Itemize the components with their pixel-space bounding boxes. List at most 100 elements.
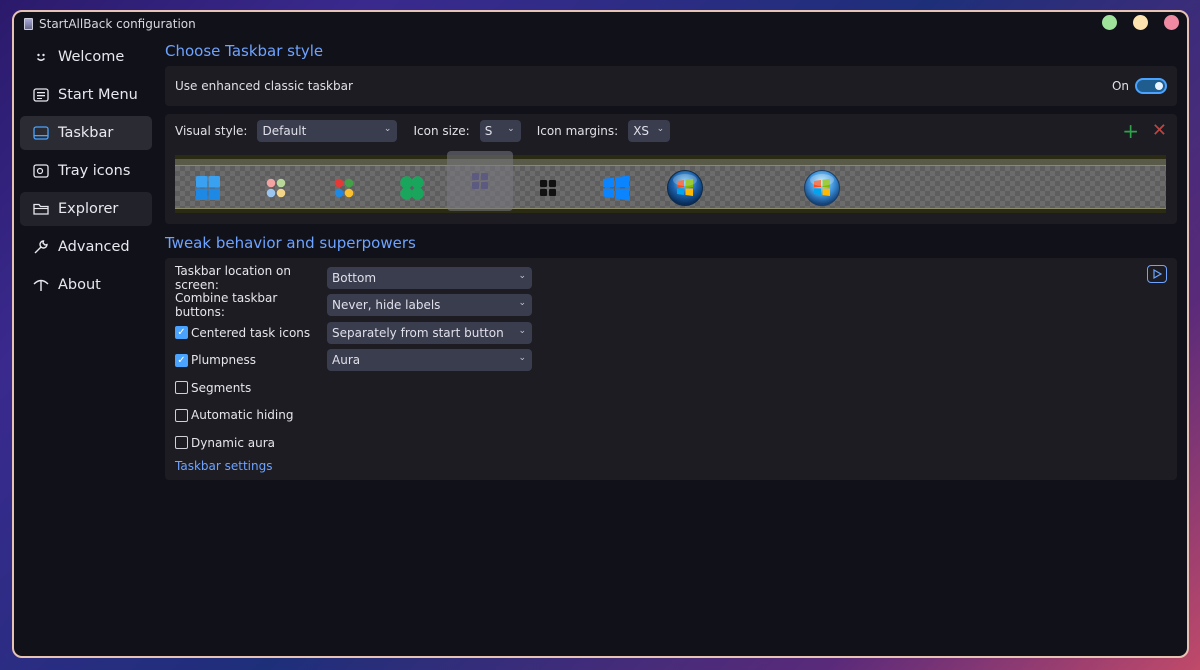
dynamic-aura-label: Dynamic aura [191, 435, 275, 450]
toggle-state-label: On [1111, 79, 1129, 93]
centered-checkbox[interactable]: ✓ [175, 326, 188, 340]
visual-style-value: Default [262, 124, 307, 138]
combine-value: Never, hide labels [332, 298, 441, 313]
win7-orb-icon [667, 170, 703, 206]
title-bar: StartAllBack configuration [14, 12, 1187, 36]
clover-icon [400, 176, 424, 200]
section-title-behavior: Tweak behavior and superpowers [165, 234, 416, 252]
start-button-clover[interactable] [379, 159, 445, 217]
start-button-purple-squares[interactable] [447, 151, 513, 211]
segments-checkbox[interactable] [175, 381, 188, 395]
centered-row: ✓ Centered task icons Separately from st… [175, 319, 1167, 347]
win11-logo-icon [196, 176, 220, 200]
sidebar-item-label: Taskbar [58, 125, 114, 141]
dynamic-aura-label-group: Dynamic aura [175, 436, 327, 450]
start-menu-icon [32, 86, 50, 104]
autohide-checkbox[interactable] [175, 408, 188, 422]
start-button-win11[interactable] [175, 159, 241, 217]
segments-row: Segments [175, 374, 1167, 402]
enhanced-taskbar-label: Use enhanced classic taskbar [175, 79, 353, 93]
combine-label: Combine taskbar buttons: [175, 291, 278, 320]
location-label: Taskbar location on screen: [175, 263, 291, 292]
app-window: StartAllBack configuration Welcome Start… [12, 10, 1189, 658]
sidebar-item-label: Advanced [58, 239, 130, 255]
minimize-button[interactable] [1133, 15, 1148, 30]
centered-select[interactable]: Separately from start button ⌄ [327, 321, 532, 344]
play-video-icon[interactable] [1147, 265, 1167, 283]
icon-margins-select[interactable]: XS ⌄ [628, 120, 671, 142]
autohide-label-group: Automatic hiding [175, 408, 327, 422]
start-button-win10[interactable] [583, 159, 649, 217]
icon-size-label: Icon size: [413, 124, 470, 138]
icon-size-value: S [484, 124, 493, 138]
black-squares-icon [540, 180, 556, 196]
sidebar-item-label: Explorer [58, 201, 119, 217]
toggle-knob [1155, 82, 1163, 90]
icon-margins-label: Icon margins: [536, 124, 619, 138]
start-button-pastel-dots[interactable] [243, 159, 309, 217]
start-button-win7-orb-dark[interactable] [652, 159, 718, 217]
sidebar-item-advanced[interactable]: Advanced [20, 230, 152, 264]
taskbar-preview [175, 151, 1166, 213]
maximize-button[interactable] [1102, 15, 1117, 30]
style-panel: Visual style: Default ⌄ Icon size: S ⌄ I… [165, 114, 1177, 224]
chevron-down-icon: ⌄ [518, 298, 526, 309]
section-title-taskbar-style: Choose Taskbar style [165, 42, 324, 60]
app-icon [24, 18, 33, 30]
folder-icon [32, 200, 50, 218]
enhanced-taskbar-toggle[interactable] [1135, 78, 1167, 94]
pastel-dots-icon [266, 178, 286, 198]
centered-value: Separately from start button [332, 325, 504, 340]
win10-logo-icon [603, 175, 629, 201]
autohide-label: Automatic hiding [191, 408, 294, 423]
plumpness-checkbox[interactable]: ✓ [175, 353, 188, 367]
dynamic-aura-checkbox[interactable] [175, 436, 188, 450]
location-value: Bottom [332, 270, 377, 285]
segments-label-group: Segments [175, 381, 327, 395]
location-select[interactable]: Bottom ⌄ [327, 266, 532, 289]
chevron-down-icon: ⌄ [518, 325, 526, 336]
visual-style-label: Visual style: [175, 124, 248, 138]
visual-style-select[interactable]: Default ⌄ [257, 120, 398, 142]
icon-size-select[interactable]: S ⌄ [479, 120, 521, 142]
smiley-icon [32, 48, 50, 66]
sidebar-item-label: Tray icons [58, 163, 131, 179]
add-icon[interactable]: + [1122, 121, 1139, 141]
enhanced-toggle-group: On [1112, 78, 1167, 94]
start-button-black-squares[interactable] [515, 159, 581, 217]
taskbar-settings-link[interactable]: Taskbar settings [175, 459, 1167, 473]
combine-select[interactable]: Never, hide labels ⌄ [327, 294, 532, 317]
segments-label: Segments [191, 380, 252, 395]
chevron-down-icon: ⌄ [507, 124, 515, 134]
sidebar-item-label: Welcome [58, 49, 125, 65]
icon-margins-value: XS [633, 124, 650, 138]
wrench-icon [32, 238, 50, 256]
sidebar-item-about[interactable]: About [20, 268, 152, 302]
win7-orb-icon [804, 170, 840, 206]
plumpness-value: Aura [332, 353, 361, 368]
sidebar-item-label: About [58, 277, 101, 293]
start-button-colored-dots[interactable] [311, 159, 377, 217]
chevron-down-icon: ⌄ [656, 124, 665, 134]
plumpness-select[interactable]: Aura ⌄ [327, 349, 532, 372]
plumpness-label-group: ✓ Plumpness [175, 353, 327, 367]
close-button[interactable] [1164, 15, 1179, 30]
chevron-down-icon: ⌄ [518, 270, 526, 281]
sidebar-item-taskbar[interactable]: Taskbar [20, 116, 152, 150]
plumpness-label: Plumpness [191, 353, 256, 368]
sidebar-item-welcome[interactable]: Welcome [20, 40, 152, 74]
dynamic-aura-row: Dynamic aura [175, 429, 1167, 457]
purple-squares-icon [472, 173, 488, 189]
window-title: StartAllBack configuration [39, 17, 196, 31]
start-button-win7-orb-light[interactable] [789, 159, 855, 217]
sidebar-item-start-menu[interactable]: Start Menu [20, 78, 152, 112]
sidebar-item-explorer[interactable]: Explorer [20, 192, 152, 226]
taskbar-icon [32, 124, 50, 142]
close-icon[interactable]: ✕ [1152, 121, 1167, 141]
centered-label-group: ✓ Centered task icons [175, 326, 327, 340]
main-content: Choose Taskbar style Use enhanced classi… [165, 40, 1177, 488]
chevron-down-icon: ⌄ [383, 124, 392, 134]
sidebar-item-label: Start Menu [58, 87, 138, 103]
sidebar-item-tray-icons[interactable]: Tray icons [20, 154, 152, 188]
chevron-down-icon: ⌄ [518, 353, 526, 364]
